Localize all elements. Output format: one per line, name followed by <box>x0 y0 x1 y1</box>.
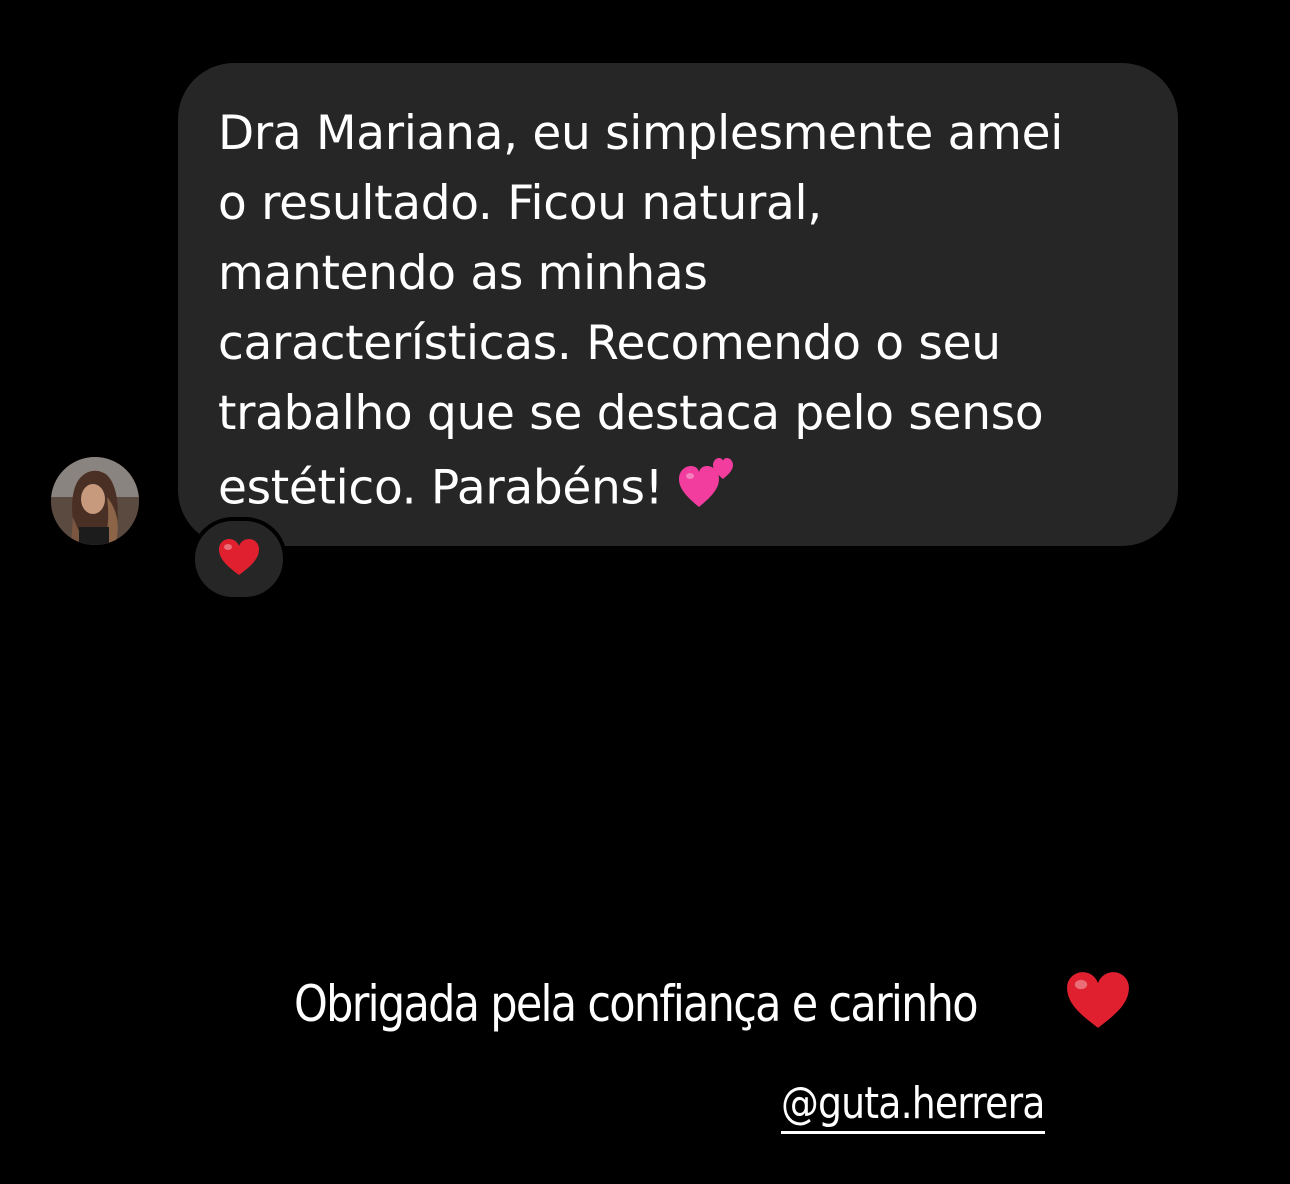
mention-link[interactable]: @guta.herrera <box>781 1078 1045 1134</box>
message-line: o resultado. Ficou natural, <box>218 176 822 231</box>
message-line: características. Recomendo o seu <box>218 316 1001 371</box>
message-bubble[interactable]: Dra Mariana, eu simplesmente amei o resu… <box>178 63 1178 546</box>
message-line: trabalho que se destaca pelo senso <box>218 386 1044 441</box>
reaction-badge[interactable] <box>191 517 287 601</box>
sender-avatar[interactable] <box>51 457 139 545</box>
message-line-last: estético. Parabéns! <box>218 449 1138 533</box>
red-heart-icon <box>1064 968 1132 1036</box>
avatar-photo <box>51 457 139 545</box>
red-heart-icon <box>217 537 261 581</box>
message-line: mantendo as minhas <box>218 246 708 301</box>
message-line: Dra Mariana, eu simplesmente amei <box>218 106 1063 161</box>
message-line: estético. Parabéns! <box>218 460 664 516</box>
message-text: Dra Mariana, eu simplesmente amei o resu… <box>218 99 1138 533</box>
story-caption: Obrigada pela confiança e carinho <box>294 968 1129 1040</box>
two-hearts-icon <box>677 449 741 533</box>
caption-text: Obrigada pela confiança e carinho <box>294 975 979 1033</box>
